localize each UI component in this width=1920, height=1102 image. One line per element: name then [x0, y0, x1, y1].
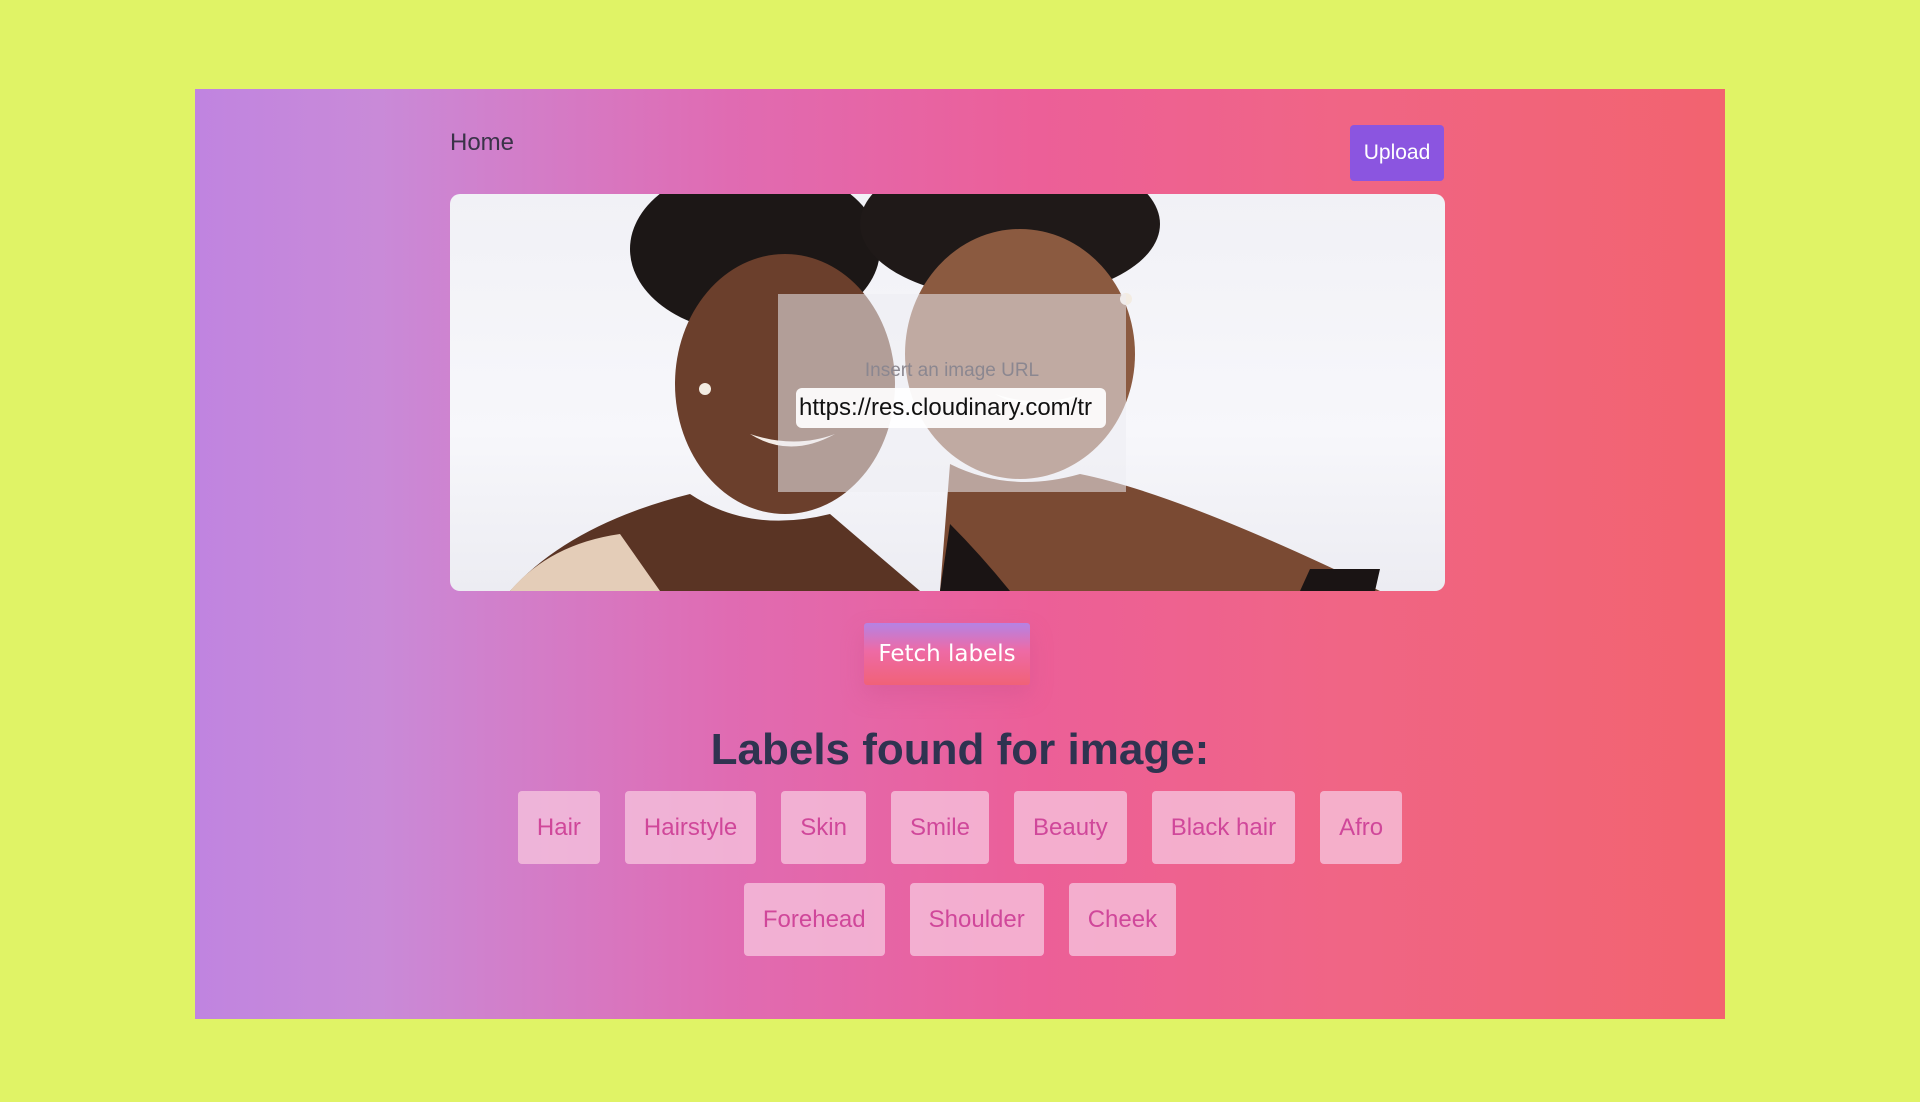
image-preview: Insert an image URL [450, 194, 1445, 591]
label-chip[interactable]: Skin [781, 791, 866, 864]
label-chip[interactable]: Hairstyle [624, 791, 757, 864]
label-chip[interactable]: Black hair [1151, 791, 1296, 864]
label-chip[interactable]: Hair [517, 791, 600, 864]
label-chip[interactable]: Forehead [743, 883, 885, 956]
labels-list: Hair Hairstyle Skin Smile Beauty Black h… [195, 791, 1725, 975]
upload-button[interactable]: Upload [1350, 125, 1444, 181]
nav-home-link[interactable]: Home [450, 129, 514, 157]
label-chip[interactable]: Beauty [1013, 791, 1127, 864]
label-chip[interactable]: Afro [1320, 791, 1403, 864]
fetch-labels-button[interactable]: Fetch labels [864, 623, 1030, 685]
label-chip[interactable]: Cheek [1068, 883, 1177, 956]
labels-heading: Labels found for image: [710, 725, 1210, 774]
url-input-label: Insert an image URL [864, 360, 1040, 381]
label-chip[interactable]: Shoulder [909, 883, 1044, 956]
image-url-input[interactable] [796, 388, 1106, 428]
app-panel: Home Upload Insert an image URL https://… [195, 89, 1725, 1019]
label-chip[interactable]: Smile [890, 791, 989, 864]
labels-row: Forehead Shoulder Cheek [195, 883, 1725, 956]
labels-row: Hair Hairstyle Skin Smile Beauty Black h… [195, 791, 1725, 864]
url-form-overlay: Insert an image URL [778, 294, 1126, 492]
